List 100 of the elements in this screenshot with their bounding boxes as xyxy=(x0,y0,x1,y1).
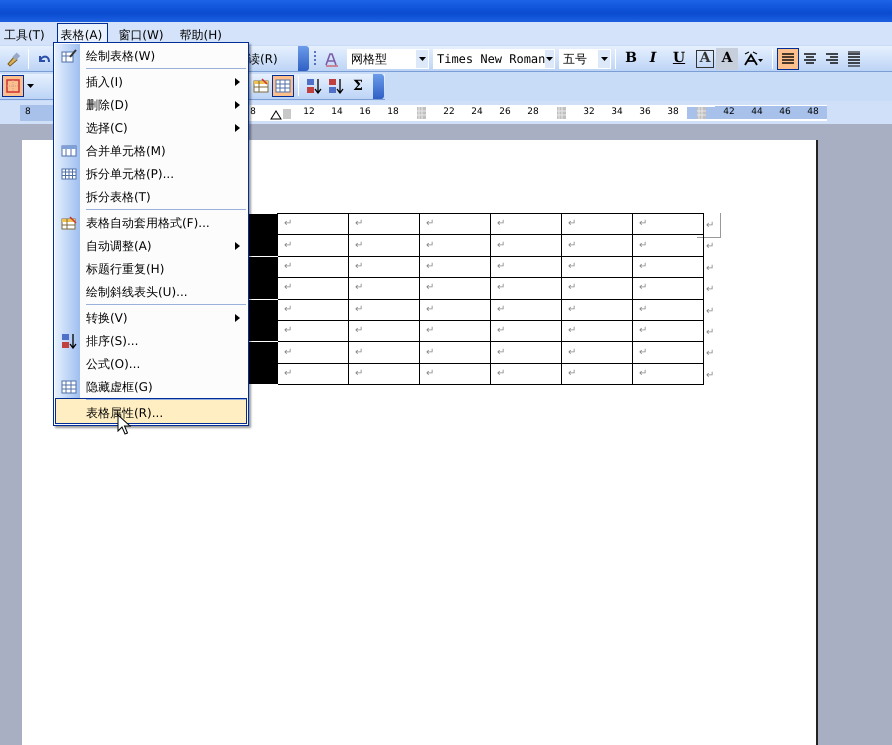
table-cell: ↵ xyxy=(420,278,490,300)
table-cell: ↵ xyxy=(562,320,632,342)
ruler-number: 8 xyxy=(250,106,256,119)
table-cell: ↵ xyxy=(562,342,632,364)
table-cell: ↵ xyxy=(278,278,348,300)
menu-item[interactable]: 排序(S)... xyxy=(55,329,247,352)
font-dropdown[interactable]: Times New Roman xyxy=(433,48,555,68)
character-scaling-icon xyxy=(743,50,763,66)
ruler-number: 28 xyxy=(527,106,539,119)
table-cell: ↵ xyxy=(632,214,704,235)
ruler-number: 38 xyxy=(667,106,679,119)
menu-item[interactable]: 拆分单元格(P)... xyxy=(55,162,247,185)
align-icon xyxy=(780,50,796,66)
align-icon xyxy=(802,50,818,66)
table-cell: ↵ xyxy=(420,342,490,364)
submenu-arrow-icon xyxy=(235,101,240,109)
table-cell: ↵ xyxy=(278,299,348,320)
sort-icon xyxy=(328,78,344,94)
table-cell: ↵ xyxy=(278,234,348,256)
table-cell: ↵ xyxy=(420,299,490,320)
end-of-row-mark: ↵ xyxy=(706,304,714,319)
italic-button[interactable]: I xyxy=(642,48,664,70)
sort-icon xyxy=(306,78,322,94)
read-label[interactable]: 读(R) xyxy=(248,50,298,68)
end-of-row-mark: ↵ xyxy=(706,219,714,233)
autosum-button[interactable]: Σ xyxy=(347,75,369,97)
end-of-row-mark: ↵ xyxy=(706,240,714,254)
table-cell: ↵ xyxy=(348,363,420,385)
table-cell: ↵ xyxy=(278,363,348,385)
table-cell: ↵ xyxy=(490,320,562,342)
table-cell: ↵ xyxy=(562,278,632,300)
menu-item[interactable]: 选择(C) xyxy=(55,116,247,139)
table-cell: ↵ xyxy=(348,256,420,278)
dropdown-arrow-icon xyxy=(600,56,608,60)
table-cell: ↵ xyxy=(490,342,562,364)
table-cell: ↵ xyxy=(348,278,420,300)
table-cell: ↵ xyxy=(348,320,420,342)
submenu-arrow-icon xyxy=(235,124,240,132)
column-marker-icon[interactable] xyxy=(696,106,706,118)
character-shading-button[interactable]: A xyxy=(716,48,738,70)
table-cell: ↵ xyxy=(490,214,562,235)
menu-item[interactable]: 绘制斜线表头(U)... xyxy=(55,280,247,303)
menu-item[interactable]: 删除(D) xyxy=(55,93,247,116)
menu-item[interactable]: 工具(T) xyxy=(0,23,51,45)
menu-item[interactable]: 公式(O)... xyxy=(55,352,247,375)
table-grid-icon xyxy=(275,78,291,94)
table-cell: ↵ xyxy=(632,320,704,342)
ruler-number: 26 xyxy=(499,106,511,119)
table-cell: ↵ xyxy=(348,299,420,320)
menu-item[interactable]: 窗口(W) xyxy=(114,23,170,45)
ruler-number: 12 xyxy=(303,106,315,119)
draw-table-icon xyxy=(60,48,76,64)
ruler-number: 46 xyxy=(779,106,791,119)
table-autoformat-icon xyxy=(60,214,76,230)
table-grid-icon xyxy=(60,378,76,394)
column-marker-icon[interactable] xyxy=(556,106,566,118)
table-autoformat-icon xyxy=(253,78,269,94)
ruler-number: 48 xyxy=(807,106,819,119)
table-cell: ↵ xyxy=(490,234,562,256)
gridlines-button[interactable] xyxy=(272,75,294,97)
column-marker-icon[interactable] xyxy=(416,106,426,118)
ruler-number: 18 xyxy=(387,106,399,119)
table-cell: ↵ xyxy=(562,234,632,256)
table-cell: ↵ xyxy=(278,256,348,278)
end-of-row-mark: ↵ xyxy=(706,368,714,383)
bold-button[interactable]: B xyxy=(620,48,642,70)
underline-button[interactable]: U xyxy=(664,48,694,70)
align-icon xyxy=(846,50,862,66)
menu-item[interactable]: 绘制表格(W) xyxy=(55,44,247,67)
font-size-dropdown[interactable]: 五号 xyxy=(559,48,611,68)
table-cell: ↵ xyxy=(562,214,632,235)
align-icon xyxy=(824,50,840,66)
table-cell: ↵ xyxy=(632,278,704,300)
style-dropdown[interactable]: 网格型 xyxy=(347,48,429,68)
character-border-button[interactable]: A xyxy=(694,48,716,70)
menu-item[interactable]: 帮助(H) xyxy=(176,23,228,45)
end-of-row-mark: ↵ xyxy=(706,347,714,362)
table-cell: ↵ xyxy=(348,214,420,235)
menu-item[interactable]: 隐藏虚框(G) xyxy=(55,375,247,398)
border-icon xyxy=(5,78,21,94)
table-cell: ↵ xyxy=(420,234,490,256)
menu-item[interactable]: 标题行重复(H) xyxy=(55,257,247,280)
table-cell: ↵ xyxy=(420,256,490,278)
menu-item[interactable]: 合并单元格(M) xyxy=(55,139,247,162)
ruler-number: 42 xyxy=(723,106,735,119)
ruler-number: 16 xyxy=(359,106,371,119)
table-cell: ↵ xyxy=(420,363,490,385)
table-cell: ↵ xyxy=(278,342,348,364)
brush-icon xyxy=(5,50,21,66)
menu-item[interactable]: 拆分表格(T) xyxy=(55,185,247,208)
table-cell: ↵ xyxy=(632,234,704,256)
toolbar-options-button[interactable] xyxy=(373,74,384,98)
margin-corner-mark xyxy=(697,213,721,238)
styles-icon xyxy=(324,50,340,66)
table-cell: ↵ xyxy=(632,363,704,385)
ruler-number: 44 xyxy=(751,106,763,119)
table-cell: ↵ xyxy=(278,320,348,342)
border-button[interactable] xyxy=(2,75,24,97)
align-button[interactable] xyxy=(777,48,799,70)
menu-item[interactable]: 自动调整(A) xyxy=(55,234,247,257)
